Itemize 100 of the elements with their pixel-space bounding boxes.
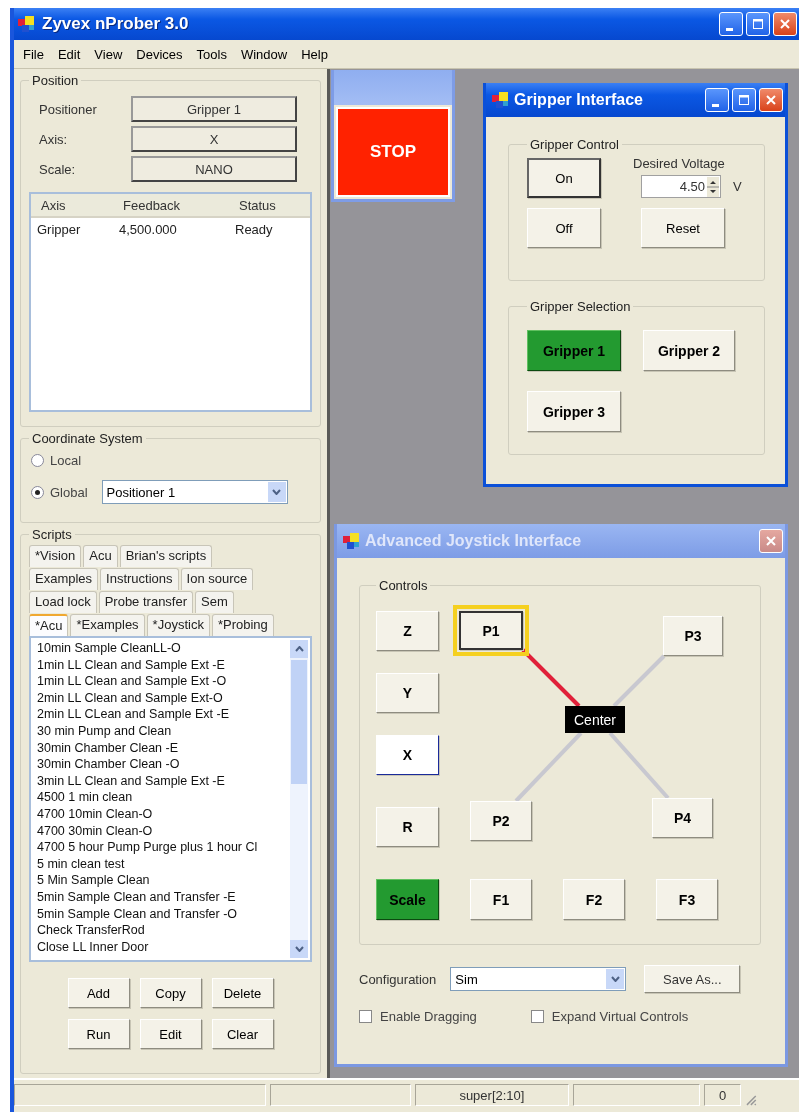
field-label: Desired Voltage <box>633 156 725 171</box>
close-button[interactable] <box>759 88 783 112</box>
scroll-down-icon <box>294 946 304 952</box>
tab[interactable]: Load lock <box>29 591 97 613</box>
close-icon <box>766 536 776 546</box>
maximize-button[interactable] <box>732 88 756 112</box>
spin-arrows-icon <box>707 176 719 197</box>
tab[interactable]: Probe transfer <box>98 591 194 613</box>
list-item[interactable]: 3min LL Clean and Sample Ext -E <box>37 772 290 790</box>
list-item[interactable]: 5 min clean test <box>37 855 290 873</box>
tab[interactable]: *Probing <box>211 614 274 636</box>
list-item[interactable]: 5min Sample Clean and Transfer -O <box>37 905 290 923</box>
connector-line <box>608 731 670 800</box>
menu-item[interactable]: View <box>87 46 130 62</box>
tab[interactable]: Instructions <box>100 568 179 590</box>
tab[interactable]: *Vision <box>29 545 82 567</box>
list-item[interactable]: 4700 10min Clean-O <box>37 805 290 823</box>
tab[interactable]: Sem <box>195 591 234 613</box>
list-item[interactable]: 5 Min Sample Clean <box>37 872 290 889</box>
value-box: NANO <box>131 156 297 182</box>
connector-line <box>612 654 666 708</box>
app-icon <box>492 92 508 108</box>
voltage-spinbox[interactable]: 4.50 <box>641 175 721 198</box>
gripper-button[interactable]: Gripper 3 <box>527 391 621 432</box>
radio-button[interactable] <box>31 485 44 499</box>
list-item[interactable]: 5min Sample Clean and Transfer -E <box>37 888 290 906</box>
chevron-down-icon <box>610 976 620 982</box>
list-item[interactable]: 4700 30min Clean-O <box>37 822 290 840</box>
list-item[interactable]: 4700 5 hour Pump Purge plus 1 hour Cl <box>37 839 290 856</box>
list-item[interactable]: 1min LL Clean and Sample Ext -O <box>37 673 290 690</box>
tab[interactable]: Brian's scripts <box>119 545 213 567</box>
app-icon <box>343 533 359 549</box>
status-cell: 0 <box>704 1084 742 1106</box>
table-cell-text: 4,500.000 <box>119 221 178 237</box>
value-box: Gripper 1 <box>131 96 297 122</box>
list-item[interactable]: 10min Sample CleanLL-O <box>37 640 290 657</box>
column-header[interactable]: Feedback <box>119 197 235 213</box>
tab[interactable]: *Acu <box>29 614 69 636</box>
tab[interactable]: Ion source <box>180 568 254 590</box>
column-header[interactable]: Status <box>235 197 304 213</box>
reset-button[interactable]: Reset <box>641 208 725 248</box>
script-button[interactable]: Copy <box>139 978 202 1008</box>
gripper-button[interactable]: Gripper 1 <box>527 330 621 371</box>
scrollbar[interactable] <box>290 640 308 958</box>
tab[interactable]: *Examples <box>70 614 145 636</box>
list-item[interactable]: Close LL Inner Door <box>37 938 290 956</box>
value-box: X <box>131 126 297 152</box>
list-item[interactable]: 30min Chamber Clean -E <box>37 739 290 757</box>
script-button[interactable]: Add <box>67 978 130 1008</box>
list-item[interactable]: Check TransferRod <box>37 922 290 939</box>
menu-item[interactable]: Help <box>294 46 335 62</box>
gripper-button[interactable]: Gripper 2 <box>643 330 735 371</box>
radio-label: Global <box>50 484 88 500</box>
list-item[interactable]: 4500 1 min clean <box>37 789 290 806</box>
minimize-button[interactable] <box>705 88 729 112</box>
gripper-control-button[interactable]: Off <box>527 208 601 248</box>
dropdown[interactable]: Positioner 1 <box>101 480 288 504</box>
menu-item[interactable]: Window <box>233 46 295 62</box>
maximize-icon <box>753 19 763 29</box>
table-cell-text: Gripper <box>37 221 82 237</box>
status-cell: super[2:10] <box>414 1084 570 1106</box>
minimize-icon <box>711 103 719 107</box>
field-label: Axis: <box>39 131 69 147</box>
field-label: Configuration <box>359 971 437 987</box>
tab[interactable]: Acu <box>83 545 118 567</box>
gripper-control-button[interactable]: On <box>527 158 601 198</box>
group-title: Controls <box>378 578 429 593</box>
menu-item[interactable]: File <box>16 46 51 62</box>
list-item[interactable]: 30 min Pump and Clean <box>37 722 290 740</box>
scroll-thumb[interactable] <box>291 660 307 784</box>
menu-item[interactable]: Tools <box>189 46 234 62</box>
list-item[interactable]: 30min Chamber Clean -O <box>37 756 290 773</box>
menu-item[interactable]: Edit <box>50 46 88 62</box>
minimize-button[interactable] <box>719 12 743 36</box>
window-title: Advanced Joystick Interface <box>365 532 582 550</box>
script-button[interactable]: Delete <box>211 978 274 1008</box>
group-title: Coordinate System <box>31 431 144 446</box>
scroll-up-icon <box>294 646 304 652</box>
close-icon <box>766 95 776 105</box>
close-button[interactable] <box>773 12 797 36</box>
group-title: Position <box>31 73 80 88</box>
maximize-button[interactable] <box>746 12 770 36</box>
app-icon <box>18 16 34 32</box>
script-button[interactable]: Run <box>67 1019 130 1049</box>
minimize-icon <box>725 27 733 31</box>
radio-button[interactable] <box>31 453 44 467</box>
list-item[interactable]: 2min LL CLean and Sample Ext -E <box>37 706 290 723</box>
script-button[interactable]: Edit <box>139 1019 202 1049</box>
checkbox-label: Enable Dragging <box>380 1009 477 1024</box>
list-item[interactable]: 2min LL Clean and Sample Ext-O <box>37 689 290 707</box>
group-title: Gripper Control <box>529 137 620 152</box>
column-header[interactable]: Axis <box>37 197 119 213</box>
script-button[interactable]: Clear <box>211 1019 274 1049</box>
menu-item[interactable]: Devices <box>129 46 190 62</box>
field-label: Positioner <box>39 101 98 117</box>
stop-button[interactable]: STOP <box>336 107 450 197</box>
tab[interactable]: *Joystick <box>146 614 210 636</box>
tab[interactable]: Examples <box>29 568 99 590</box>
window-title: Gripper Interface <box>514 91 643 109</box>
list-item[interactable]: 1min LL Clean and Sample Ext -E <box>37 656 290 674</box>
